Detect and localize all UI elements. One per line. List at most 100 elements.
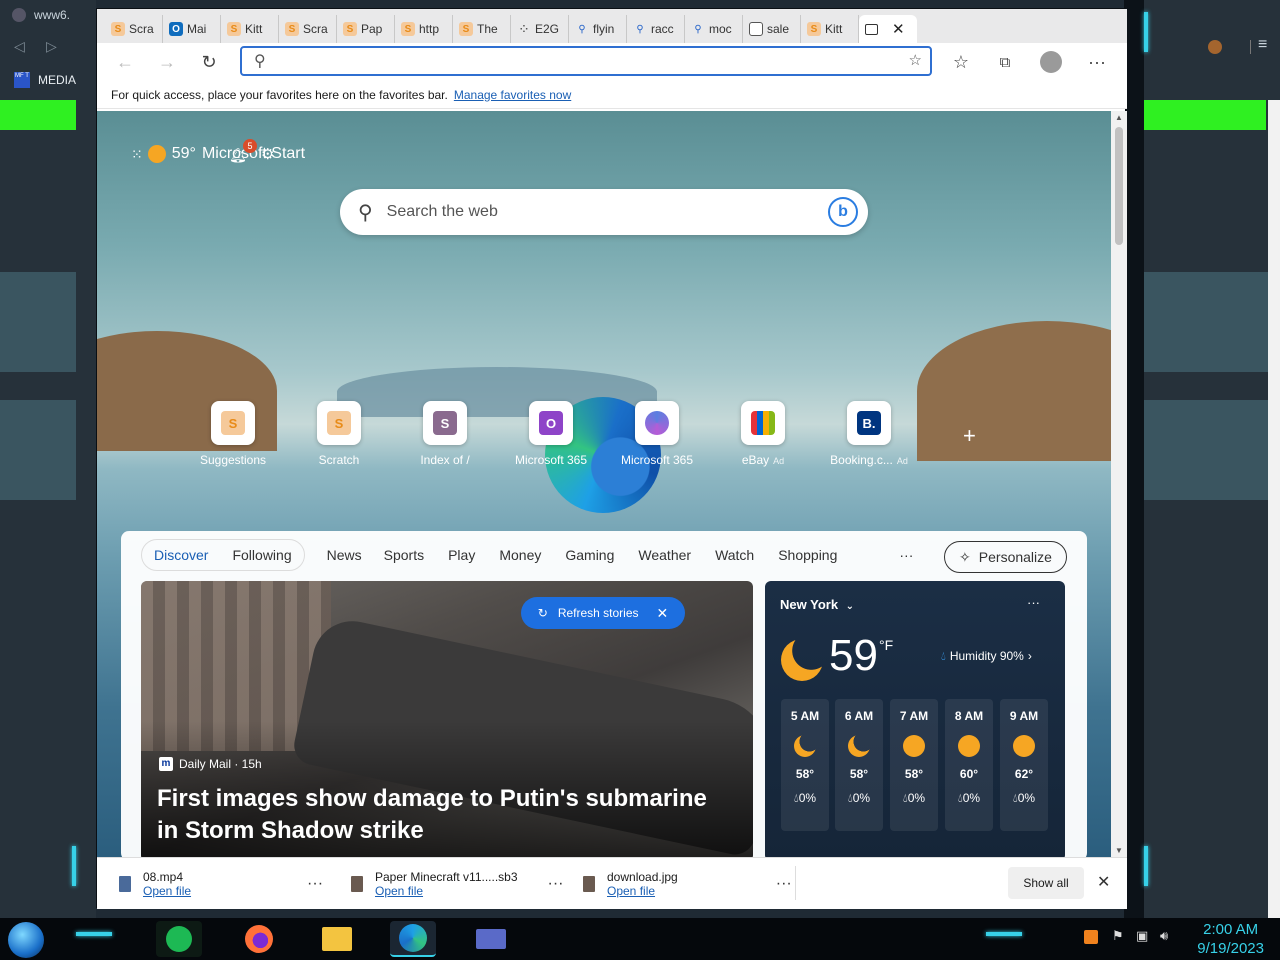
hourly-forecast[interactable]: 5 AM 58° 💧︎0%	[781, 699, 829, 831]
add-shortcut-icon[interactable]: +	[963, 423, 976, 449]
quick-link[interactable]: Microsoft 365	[612, 401, 702, 467]
tab-shopping[interactable]: Shopping	[778, 547, 837, 563]
tab-money[interactable]: Money	[499, 547, 541, 563]
taskbar-app-edge[interactable]	[390, 921, 436, 957]
browser-tab[interactable]: S Scra	[279, 15, 337, 43]
download-more-icon[interactable]: ···	[548, 875, 564, 893]
taskbar-app-firefox[interactable]	[236, 921, 282, 957]
forward-icon[interactable]: ▷	[46, 38, 57, 55]
search-placeholder[interactable]: Search the web	[387, 203, 498, 221]
tab-watch[interactable]: Watch	[715, 547, 754, 563]
volume-icon[interactable]: 🔊︎	[1160, 928, 1168, 944]
close-downloads-icon[interactable]: ✕	[1097, 872, 1110, 892]
start-button[interactable]	[8, 922, 44, 958]
show-all-button[interactable]: Show all	[1008, 867, 1084, 899]
weather-location[interactable]: New York ⌄	[780, 597, 854, 612]
quick-link[interactable]: S Scratch	[294, 401, 384, 467]
hourly-forecast[interactable]: 7 AM 58° 💧︎0%	[890, 699, 938, 831]
weather-card[interactable]: New York ⌄ ··· 59 °F 💧︎ Humidity 90% › 5…	[765, 581, 1065, 857]
taskbar-app-explorer[interactable]	[314, 921, 360, 957]
browser-tab[interactable]: S Pap	[337, 15, 395, 43]
address-bar[interactable]: ⚲ ☆	[240, 46, 932, 76]
browser-tab[interactable]: sale	[743, 15, 801, 43]
web-search-box[interactable]: ⚲ Search the web b	[340, 189, 868, 235]
quick-link[interactable]: O Microsoft 365	[506, 401, 596, 467]
hourly-forecast[interactable]: 6 AM 58° 💧︎0%	[835, 699, 883, 831]
tab-gaming[interactable]: Gaming	[565, 547, 614, 563]
back-icon[interactable]: ◁	[14, 38, 25, 55]
collections-icon[interactable]: ⧉	[989, 46, 1021, 78]
quick-link-tile[interactable]: B.	[847, 401, 891, 445]
outer-scrollbar[interactable]	[1268, 100, 1280, 918]
tab-following[interactable]: Following	[232, 547, 291, 563]
personalize-button[interactable]: ✧ Personalize	[944, 541, 1067, 573]
tab-weather[interactable]: Weather	[638, 547, 691, 563]
quick-link-tile[interactable]: S	[211, 401, 255, 445]
scroll-down-icon[interactable]: ▼	[1115, 846, 1123, 855]
taskbar-app-spotify[interactable]	[156, 921, 202, 957]
profile-avatar[interactable]	[1040, 51, 1062, 73]
hero-card[interactable]: ↻ Refresh stories ✕ m Daily Mail · 15h F…	[141, 581, 753, 857]
weather-unit[interactable]: °F	[879, 637, 893, 653]
header-temperature[interactable]: 59°	[172, 145, 196, 163]
browser-tab[interactable]: ⚲ flyin	[569, 15, 627, 43]
quick-link[interactable]: B. Booking.c... Ad	[824, 401, 914, 467]
menu-icon[interactable]: ≡	[1258, 36, 1267, 54]
download-item[interactable]: 08.mp4 Open file ···	[119, 864, 323, 904]
favorites-icon[interactable]: ☆	[945, 46, 977, 78]
browser-tab[interactable]: S Kitt	[221, 15, 279, 43]
forward-button[interactable]: →	[151, 46, 183, 78]
bing-chat-icon[interactable]: b	[828, 197, 858, 227]
tab-sports[interactable]: Sports	[384, 547, 424, 563]
active-tab[interactable]: ✕	[859, 15, 917, 43]
scrollbar-thumb[interactable]	[1115, 127, 1123, 245]
open-file-link[interactable]: Open file	[607, 884, 655, 898]
open-file-link[interactable]: Open file	[375, 884, 423, 898]
open-file-link[interactable]: Open file	[143, 884, 191, 898]
hourly-forecast[interactable]: 8 AM 60° 💧︎0%	[945, 699, 993, 831]
tray-app-icon[interactable]	[1084, 930, 1098, 944]
browser-tab[interactable]: ⚲ racc	[627, 15, 685, 43]
quick-link-tile[interactable]: O	[529, 401, 573, 445]
quick-link-tile[interactable]	[741, 401, 785, 445]
download-more-icon[interactable]: ···	[307, 875, 323, 893]
clock[interactable]: 2:00 AM 9/19/2023	[1197, 920, 1264, 958]
scroll-up-icon[interactable]: ▲	[1115, 113, 1123, 122]
download-item[interactable]: Paper Minecraft v11.....sb3 Open file ···	[351, 864, 564, 904]
flag-icon[interactable]: ⚑	[1112, 928, 1124, 944]
quick-link-tile[interactable]	[635, 401, 679, 445]
quick-link[interactable]: S Suggestions	[188, 401, 278, 467]
hero-headline[interactable]: First images show damage to Putin's subm…	[157, 783, 727, 847]
browser-tab[interactable]: S The	[453, 15, 511, 43]
more-menu-icon[interactable]: ···	[1081, 46, 1113, 78]
hourly-forecast[interactable]: 9 AM 62° 💧︎0%	[1000, 699, 1048, 831]
quick-link-tile[interactable]: S	[423, 401, 467, 445]
download-more-icon[interactable]: ···	[776, 875, 792, 893]
browser-tab[interactable]: ⚲ moc	[685, 15, 743, 43]
app-launcher-icon[interactable]: ⁙	[131, 146, 143, 163]
network-icon[interactable]: ▣	[1136, 928, 1148, 944]
browser-tab[interactable]: S Scra	[105, 15, 163, 43]
back-button[interactable]: ←	[109, 46, 141, 78]
weather-more-icon[interactable]: ···	[1027, 595, 1040, 610]
browser-tab[interactable]: O Mai	[163, 15, 221, 43]
browser-tab[interactable]: ⁘ E2G	[511, 15, 569, 43]
taskbar-app-window[interactable]	[468, 921, 514, 957]
page-scrollbar[interactable]: ▲ ▼	[1111, 111, 1127, 857]
avatar[interactable]	[1208, 40, 1222, 54]
close-icon[interactable]: ✕	[657, 605, 669, 622]
bell-icon[interactable]: 🔔︎	[229, 147, 247, 164]
humidity[interactable]: 💧︎ Humidity 90% ›	[941, 649, 1032, 664]
download-item[interactable]: download.jpg Open file ···	[583, 864, 792, 904]
tab-news[interactable]: News	[327, 547, 362, 563]
quick-link[interactable]: S Index of /	[400, 401, 490, 467]
refresh-stories-button[interactable]: ↻ Refresh stories ✕	[521, 597, 685, 629]
browser-tab[interactable]: Shttp	[395, 15, 453, 43]
add-favorite-icon[interactable]: ☆	[909, 51, 922, 69]
more-tabs-icon[interactable]: ···	[899, 547, 913, 563]
refresh-button[interactable]: ↻	[193, 46, 225, 78]
quick-link-tile[interactable]: S	[317, 401, 361, 445]
manage-favorites-link[interactable]: Manage favorites now	[454, 88, 571, 102]
quick-link[interactable]: eBay Ad	[718, 401, 808, 467]
tab-discover[interactable]: Discover	[154, 547, 208, 563]
